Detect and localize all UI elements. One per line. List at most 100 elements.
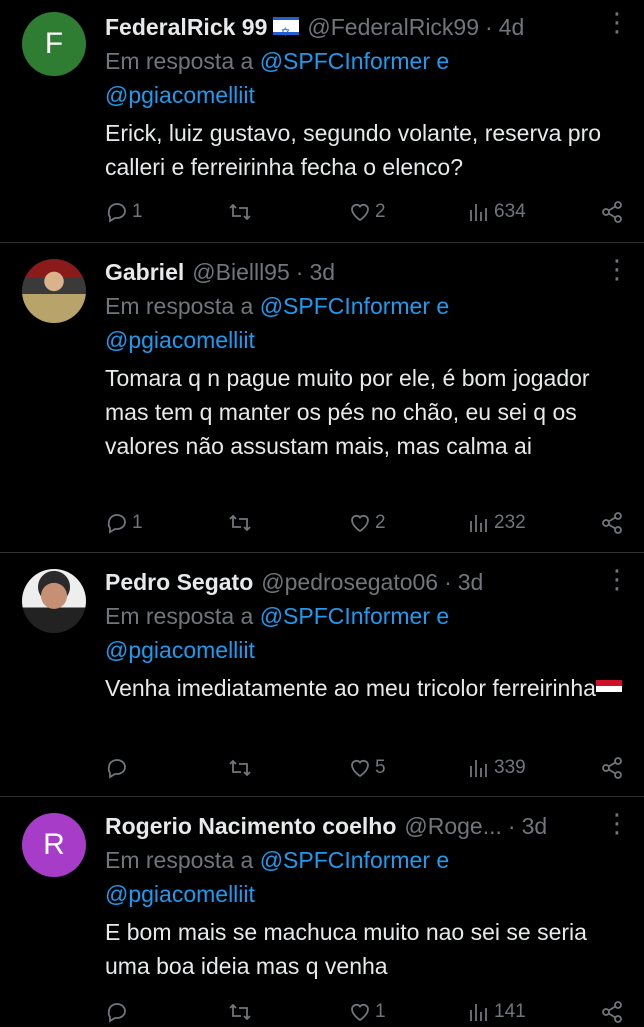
timestamp[interactable]: 3d: [522, 809, 548, 843]
tweet[interactable]: F ⋮ FederalRick 99 @FederalRick99 · 4d E…: [0, 0, 644, 243]
avatar[interactable]: R: [22, 813, 86, 877]
views-count: 339: [494, 757, 526, 778]
reply-prefix: Em resposta a: [105, 847, 254, 873]
like-count: 2: [375, 512, 386, 533]
mention-conjunction: e: [436, 603, 450, 629]
separator-dot: ·: [295, 259, 304, 285]
share-icon: [602, 757, 622, 779]
share-button[interactable]: [600, 511, 624, 535]
tweet[interactable]: R ⋮ Rogerio Nacimento coelho @Roge... · …: [0, 797, 644, 1024]
action-bar: 1 2 634: [105, 197, 624, 227]
mention-link[interactable]: @pgiacomelliit: [105, 637, 255, 663]
mention-link[interactable]: @pgiacomelliit: [105, 881, 255, 907]
tweet[interactable]: ⋮ Gabriel @Bielll95 · 3d Em resposta a @…: [0, 243, 644, 553]
reply-button[interactable]: [105, 1000, 132, 1024]
tweet-header: Gabriel @Bielll95 · 3d: [105, 255, 624, 289]
retweet-button[interactable]: [228, 511, 255, 535]
reply-button[interactable]: [105, 756, 132, 780]
reply-icon: [107, 203, 126, 223]
author-name[interactable]: Gabriel: [105, 255, 184, 289]
share-icon: [602, 512, 622, 534]
tweet-text: Venha imediatamente ao meu tricolor ferr…: [105, 671, 624, 705]
retweet-icon: [229, 759, 251, 777]
reply-prefix: Em resposta a: [105, 603, 254, 629]
author-handle[interactable]: @Bielll95: [192, 255, 290, 289]
views-button[interactable]: 339: [467, 756, 526, 780]
tweet-header: Pedro Segato @pedrosegato06 · 3d: [105, 565, 624, 599]
reply-count: 1: [132, 512, 143, 533]
tweet-text: E bom mais se machuca muito nao sei se s…: [105, 919, 587, 979]
retweet-icon: [229, 1003, 251, 1021]
views-button[interactable]: 634: [467, 200, 526, 224]
share-icon: [602, 201, 622, 223]
heart-icon: [351, 1003, 369, 1022]
views-button[interactable]: 232: [467, 511, 526, 535]
like-count: 1: [375, 1001, 386, 1022]
reply-context: Em resposta a @SPFCInformer e @pgiacomel…: [105, 289, 624, 357]
reply-button[interactable]: 1: [105, 511, 143, 535]
views-icon: [470, 515, 487, 532]
mention-link[interactable]: @pgiacomelliit: [105, 82, 255, 108]
author-handle[interactable]: @FederalRick99: [307, 10, 479, 44]
timestamp[interactable]: 3d: [458, 565, 484, 599]
reply-feed: F ⋮ FederalRick 99 @FederalRick99 · 4d E…: [0, 0, 644, 1024]
author-name[interactable]: Rogerio Nacimento coelho: [105, 809, 396, 843]
like-button[interactable]: 2: [348, 511, 386, 535]
heart-icon: [351, 514, 369, 533]
mention-link[interactable]: @SPFCInformer: [260, 847, 430, 873]
mention-link[interactable]: @pgiacomelliit: [105, 327, 255, 353]
mention-link[interactable]: @SPFCInformer: [260, 48, 430, 74]
author-name[interactable]: FederalRick 99: [105, 10, 267, 44]
reply-context: Em resposta a @SPFCInformer e @pgiacomel…: [105, 599, 624, 667]
mention-conjunction: e: [436, 847, 450, 873]
avatar[interactable]: [22, 569, 86, 633]
action-bar: 1 2 232: [105, 508, 624, 538]
heart-icon: [351, 203, 369, 222]
action-bar: 5 339: [105, 753, 624, 783]
share-button[interactable]: [600, 1000, 624, 1024]
separator-dot: ·: [444, 569, 452, 595]
mention-link[interactable]: @SPFCInformer: [260, 293, 430, 319]
share-button[interactable]: [600, 200, 624, 224]
views-icon: [470, 1004, 487, 1021]
tweet-text: Erick, luiz gustavo, segundo volante, re…: [105, 120, 602, 180]
avatar[interactable]: [22, 259, 86, 323]
tweet[interactable]: ⋮ Pedro Segato @pedrosegato06 · 3d Em re…: [0, 553, 644, 797]
mention-conjunction: e: [436, 293, 450, 319]
like-button[interactable]: 2: [348, 200, 386, 224]
tweet-header: Rogerio Nacimento coelho @Roge... · 3d: [105, 809, 624, 843]
author-name[interactable]: Pedro Segato: [105, 565, 253, 599]
share-button[interactable]: [600, 756, 624, 780]
retweet-icon: [229, 514, 251, 532]
mention-link[interactable]: @SPFCInformer: [260, 603, 430, 629]
retweet-button[interactable]: [228, 756, 255, 780]
views-count: 141: [494, 1001, 526, 1022]
retweet-button[interactable]: [228, 200, 255, 224]
views-count: 232: [494, 512, 526, 533]
reply-button[interactable]: 1: [105, 200, 143, 224]
retweet-icon: [229, 203, 251, 221]
timestamp[interactable]: 3d: [309, 255, 335, 289]
tweet-text: Tomara q n pague muito por ele, é bom jo…: [105, 365, 590, 459]
share-icon: [602, 1001, 622, 1023]
like-button[interactable]: 1: [348, 1000, 386, 1024]
retweet-button[interactable]: [228, 1000, 255, 1024]
like-button[interactable]: 5: [348, 756, 386, 780]
reply-count: 1: [132, 201, 143, 222]
separator-dot: ·: [485, 14, 493, 40]
views-count: 634: [494, 201, 526, 222]
separator-dot: ·: [507, 813, 516, 839]
reply-context: Em resposta a @SPFCInformer e @pgiacomel…: [105, 44, 624, 112]
avatar[interactable]: F: [22, 12, 86, 76]
author-handle[interactable]: @pedrosegato06: [261, 565, 438, 599]
reply-prefix: Em resposta a: [105, 48, 254, 74]
author-handle[interactable]: @Roge...: [404, 809, 502, 843]
like-count: 2: [375, 201, 386, 222]
views-icon: [470, 204, 487, 221]
mention-conjunction: e: [436, 48, 450, 74]
views-button[interactable]: 141: [467, 1000, 526, 1024]
timestamp[interactable]: 4d: [499, 10, 525, 44]
like-count: 5: [375, 757, 386, 778]
reply-prefix: Em resposta a: [105, 293, 254, 319]
heart-icon: [351, 759, 369, 778]
